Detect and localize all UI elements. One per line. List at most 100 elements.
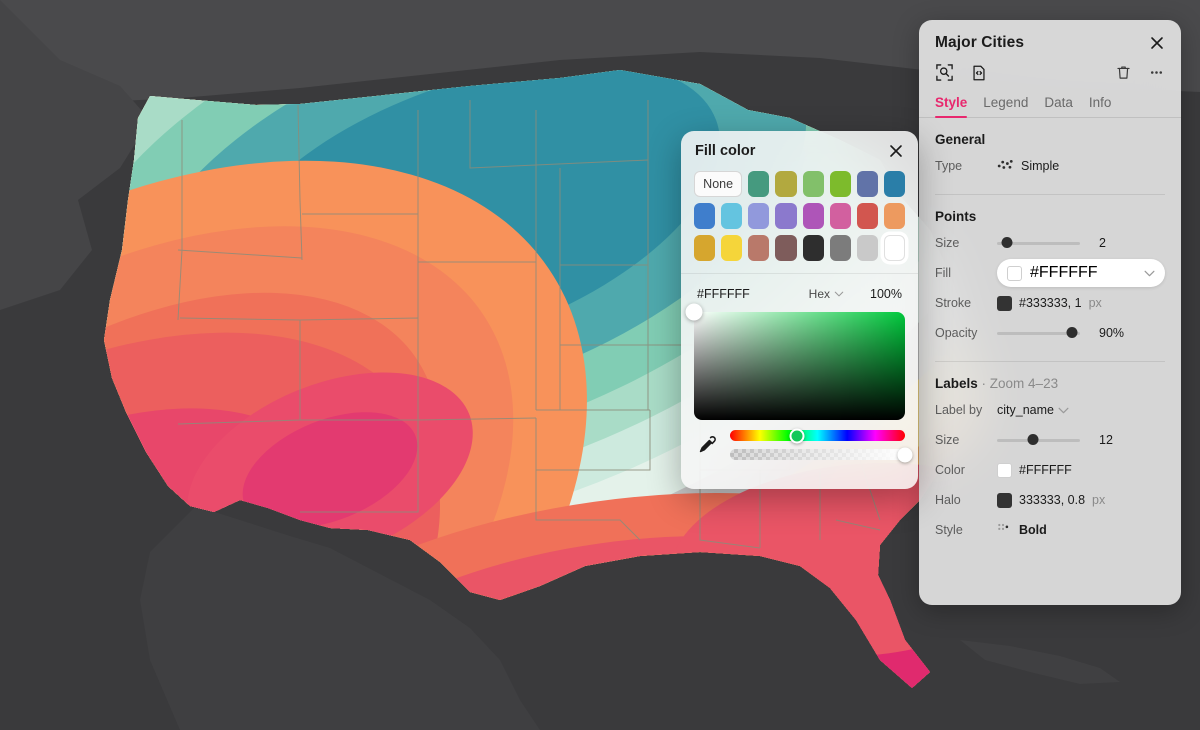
type-value[interactable]: Simple — [1021, 159, 1059, 173]
swatch-none[interactable]: None — [694, 171, 743, 197]
point-stroke-swatch[interactable] — [997, 295, 1012, 311]
color-mode-value: Hex — [808, 287, 831, 301]
label-by-label: Label by — [935, 403, 983, 417]
row-point-stroke: Stroke #333333, 1 px — [935, 288, 1165, 318]
trash-icon[interactable] — [1115, 64, 1132, 81]
color-swatch[interactable] — [721, 203, 743, 229]
label-color-label: Color — [935, 463, 965, 477]
point-opacity-slider[interactable] — [997, 326, 1080, 340]
tab-legend[interactable]: Legend — [983, 95, 1028, 117]
tab-data[interactable]: Data — [1044, 95, 1073, 117]
color-swatch[interactable] — [802, 171, 824, 197]
color-swatch-selected[interactable] — [883, 235, 905, 261]
label-color-swatch[interactable] — [997, 462, 1012, 478]
point-fill-label: Fill — [935, 266, 951, 280]
point-stroke-value[interactable]: #333333, 1 — [1019, 296, 1082, 310]
row-label-halo: Halo 333333, 0.8 px — [935, 485, 1165, 515]
color-swatch[interactable] — [775, 171, 797, 197]
color-swatch[interactable] — [856, 235, 878, 261]
panel-header: Major Cities — [919, 20, 1181, 82]
chevron-down-icon — [1058, 403, 1069, 417]
zoom-to-layer-icon[interactable] — [935, 63, 954, 82]
row-label-by: Label by city_name — [935, 395, 1165, 425]
label-size-label: Size — [935, 433, 960, 447]
label-halo-swatch[interactable] — [997, 492, 1012, 508]
point-fill-button[interactable]: #FFFFFF — [997, 259, 1165, 287]
row-label-color: Color #FFFFFF — [935, 455, 1165, 485]
tab-style[interactable]: Style — [935, 95, 968, 118]
row-label-size: Size 12 — [935, 425, 1165, 455]
panel-toolbar — [935, 63, 1165, 82]
label-style-value[interactable]: Bold — [1019, 523, 1047, 537]
close-icon[interactable] — [1149, 35, 1165, 51]
label-halo-value[interactable]: 333333, 0.8 — [1019, 493, 1085, 507]
text-style-icon — [997, 522, 1012, 538]
fill-color-popover: Fill color None #FFFFFF Hex 100% — [681, 131, 918, 489]
hex-input[interactable]: #FFFFFF — [697, 287, 750, 301]
color-swatch[interactable] — [829, 235, 851, 261]
label-halo-unit: px — [1092, 493, 1106, 507]
picker-bottom-controls — [681, 420, 918, 462]
alpha-input[interactable]: 100% — [870, 287, 902, 301]
view-source-icon[interactable] — [970, 63, 988, 82]
labels-heading-main: Labels — [935, 376, 978, 391]
sv-handle[interactable] — [685, 303, 703, 321]
point-size-slider[interactable] — [997, 236, 1080, 250]
section-labels: Labels · Zoom 4–23 Label by city_name Si… — [919, 376, 1181, 545]
labels-heading-zoom-range: · Zoom 4–23 — [981, 376, 1059, 391]
point-fill-value: #FFFFFF — [1030, 264, 1098, 281]
row-point-opacity: Opacity 90% — [935, 318, 1165, 348]
row-point-fill: Fill #FFFFFF — [935, 258, 1165, 288]
labels-heading: Labels · Zoom 4–23 — [935, 376, 1165, 391]
color-swatch[interactable] — [802, 203, 824, 229]
color-swatch[interactable] — [748, 171, 770, 197]
row-point-size: Size 2 — [935, 228, 1165, 258]
row-type: Type Simple — [935, 151, 1165, 181]
type-label: Type — [935, 159, 963, 173]
color-swatch[interactable] — [856, 171, 878, 197]
label-by-dropdown[interactable]: city_name — [997, 403, 1069, 417]
eyedropper-icon[interactable] — [694, 434, 720, 456]
color-swatch[interactable] — [748, 203, 770, 229]
point-size-value: 2 — [1099, 236, 1106, 250]
general-heading: General — [935, 132, 986, 147]
label-halo-label: Halo — [935, 493, 961, 507]
point-stroke-label: Stroke — [935, 296, 972, 310]
color-swatch[interactable] — [694, 203, 716, 229]
section-general: General Type Simple — [919, 132, 1181, 195]
row-label-style: Style Bold — [935, 515, 1165, 545]
color-swatch[interactable] — [694, 235, 716, 261]
color-swatch[interactable] — [829, 171, 851, 197]
app-root: SeattlePortlandHelenaBoiseBismarckPierre… — [0, 0, 1200, 730]
hue-handle[interactable] — [789, 428, 804, 443]
point-fill-swatch — [1007, 265, 1022, 281]
alpha-slider[interactable] — [730, 447, 913, 462]
color-swatch[interactable] — [829, 203, 851, 229]
point-opacity-value: 90% — [1099, 326, 1125, 340]
label-color-value[interactable]: #FFFFFF — [1019, 463, 1072, 477]
picker-title: Fill color — [695, 143, 756, 159]
hue-slider[interactable] — [730, 428, 905, 443]
color-swatch-grid: None — [681, 167, 918, 261]
label-size-slider[interactable] — [997, 433, 1080, 447]
label-style-label: Style — [935, 523, 963, 537]
color-swatch[interactable] — [721, 235, 743, 261]
color-swatch[interactable] — [748, 235, 770, 261]
color-mode-dropdown[interactable]: Hex — [809, 287, 844, 301]
more-icon[interactable] — [1148, 64, 1165, 81]
hex-input-row: #FFFFFF Hex 100% — [681, 273, 918, 310]
color-swatch[interactable] — [775, 235, 797, 261]
section-points: Points Size 2 Fill #FFFFFF Stroke #33333… — [919, 209, 1181, 362]
alpha-handle[interactable] — [897, 447, 913, 462]
tab-info[interactable]: Info — [1089, 95, 1112, 117]
color-swatch[interactable] — [856, 203, 878, 229]
close-icon[interactable] — [888, 143, 904, 159]
saturation-value-area[interactable] — [685, 303, 905, 420]
color-swatch[interactable] — [883, 171, 905, 197]
color-swatch[interactable] — [802, 235, 824, 261]
layer-style-panel: Major Cities Style Legend Data Info Gene… — [919, 20, 1181, 605]
simple-points-icon — [997, 158, 1014, 174]
color-swatch[interactable] — [883, 203, 905, 229]
chevron-down-icon — [1144, 264, 1155, 282]
color-swatch[interactable] — [775, 203, 797, 229]
